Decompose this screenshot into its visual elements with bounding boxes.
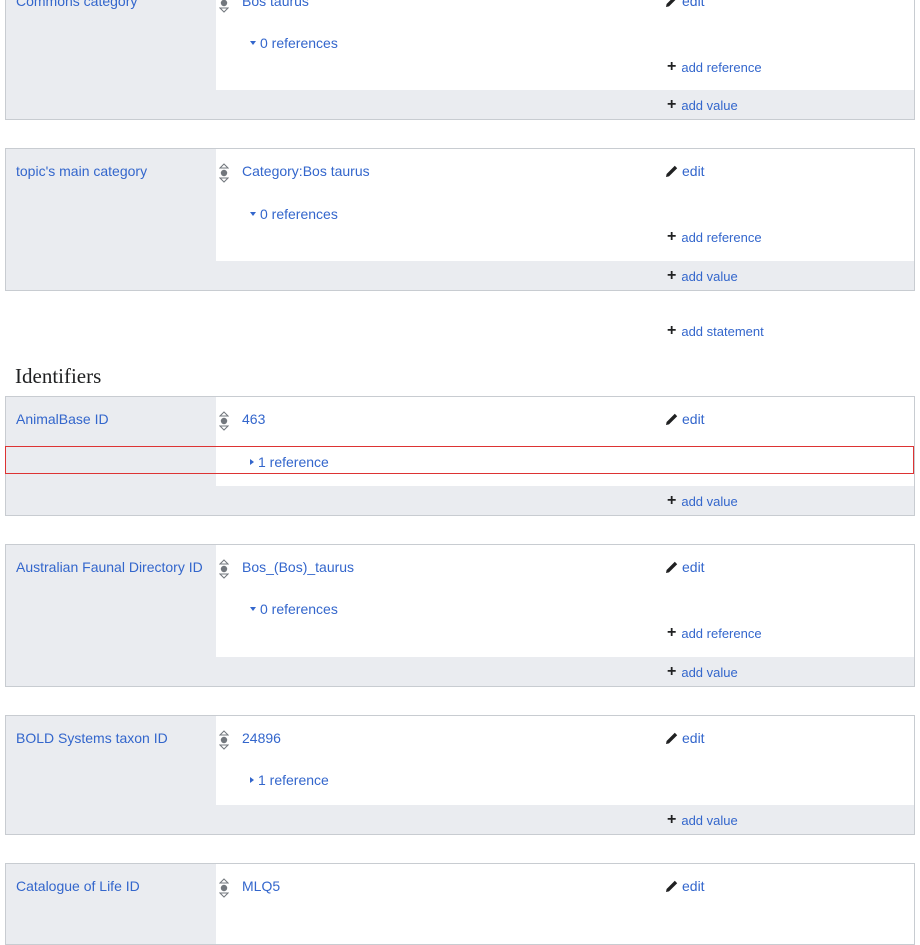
rank-normal-icon[interactable]: [219, 878, 229, 898]
statement-value-area: 463 edit 1 reference: [216, 397, 914, 486]
statement-value-area: Bos taurus edit 0 references + add refer…: [216, 0, 914, 90]
property-label[interactable]: Catalogue of Life ID: [16, 878, 140, 894]
plus-icon: +: [667, 811, 677, 828]
statement-value[interactable]: Bos_(Bos)_taurus: [242, 559, 354, 575]
pencil-icon: [666, 732, 678, 744]
references-count: 1 reference: [258, 772, 329, 788]
rank-normal-icon[interactable]: [219, 411, 229, 431]
edit-label: edit: [682, 163, 705, 179]
pencil-icon: [666, 0, 676, 7]
plus-icon: +: [667, 492, 677, 509]
statement-value[interactable]: 24896: [242, 730, 281, 746]
statement-value[interactable]: Bos taurus: [242, 0, 309, 9]
add-reference-button[interactable]: + add reference: [667, 625, 762, 641]
edit-button[interactable]: edit: [665, 559, 705, 575]
add-value-bar: + add value: [216, 486, 914, 515]
statement-value-area: MLQ5 edit: [216, 864, 914, 944]
add-value-label: add value: [681, 268, 738, 284]
statement-group-commons-category: Commons category Bos taurus edit 0 refer…: [5, 0, 915, 120]
references-toggle[interactable]: 0 references: [250, 601, 338, 617]
edit-button[interactable]: edit: [665, 163, 705, 179]
collapse-triangle-icon: [250, 212, 256, 216]
plus-icon: +: [667, 267, 677, 284]
statement-value[interactable]: 463: [242, 411, 265, 427]
add-value-button[interactable]: + add value: [667, 97, 738, 113]
add-value-label: add value: [681, 97, 738, 113]
references-count: 1 reference: [258, 454, 329, 470]
add-reference-label: add reference: [681, 229, 762, 245]
statement-group-australian-faunal-directory-id: Australian Faunal Directory ID Bos_(Bos)…: [5, 544, 915, 687]
expand-triangle-icon: [250, 459, 254, 465]
property-label[interactable]: Commons category: [16, 0, 137, 9]
add-value-bar: + add value: [216, 805, 914, 834]
property-label[interactable]: BOLD Systems taxon ID: [16, 730, 168, 746]
property-label[interactable]: AnimalBase ID: [16, 411, 109, 427]
references-toggle[interactable]: 0 references: [250, 35, 338, 51]
statement-value-area: 24896 edit 1 reference: [216, 716, 914, 805]
plus-icon: +: [667, 322, 677, 339]
add-value-button[interactable]: + add value: [667, 268, 738, 284]
add-value-button[interactable]: + add value: [667, 664, 738, 680]
add-statement-button[interactable]: + add statement: [667, 323, 764, 339]
add-statement-label: add statement: [681, 323, 764, 339]
edit-button[interactable]: edit: [665, 878, 705, 894]
edit-label: edit: [682, 878, 705, 894]
plus-icon: +: [667, 624, 677, 641]
edit-label: edit: [682, 730, 705, 746]
edit-label: edit: [682, 559, 705, 575]
references-count: 0 references: [260, 35, 338, 51]
collapse-triangle-icon: [250, 41, 256, 45]
statement-value-area: Category:Bos taurus edit 0 references + …: [216, 149, 914, 261]
rank-normal-icon[interactable]: [219, 730, 229, 750]
statement-value[interactable]: Category:Bos taurus: [242, 163, 370, 179]
add-reference-label: add reference: [681, 625, 762, 641]
add-value-button[interactable]: + add value: [667, 812, 738, 828]
references-count: 0 references: [260, 206, 338, 222]
plus-icon: +: [667, 663, 677, 680]
rank-normal-icon[interactable]: [219, 163, 229, 183]
rank-normal-icon[interactable]: [219, 0, 229, 13]
plus-icon: +: [667, 96, 677, 113]
add-value-bar: + add value: [216, 657, 914, 686]
collapse-triangle-icon: [250, 607, 256, 611]
add-reference-button[interactable]: + add reference: [667, 229, 762, 245]
add-value-bar: + add value: [216, 261, 914, 290]
rank-normal-icon[interactable]: [219, 559, 229, 579]
edit-button[interactable]: edit: [665, 730, 705, 746]
edit-button[interactable]: edit: [665, 0, 705, 9]
plus-icon: +: [667, 228, 677, 245]
plus-icon: +: [667, 58, 677, 75]
statement-group-animalbase-id: AnimalBase ID 463 edit 1 reference + add…: [5, 396, 915, 516]
pencil-icon: [666, 561, 678, 573]
add-value-label: add value: [681, 493, 738, 509]
add-value-button[interactable]: + add value: [667, 493, 738, 509]
pencil-icon: [666, 880, 678, 892]
property-label[interactable]: topic's main category: [16, 163, 147, 179]
add-value-label: add value: [681, 664, 738, 680]
edit-label: edit: [682, 411, 705, 427]
references-count: 0 references: [260, 601, 338, 617]
edit-label: edit: [682, 0, 705, 9]
expand-triangle-icon: [250, 777, 254, 783]
add-value-bar: + add value: [216, 90, 914, 119]
edit-button[interactable]: edit: [665, 411, 705, 427]
references-toggle[interactable]: 0 references: [250, 206, 338, 222]
add-reference-label: add reference: [681, 59, 762, 75]
statement-group-topics-main-category: topic's main category Category:Bos tauru…: [5, 148, 915, 291]
references-toggle[interactable]: 1 reference: [250, 454, 329, 470]
statement-group-bold-systems-taxon-id: BOLD Systems taxon ID 24896 edit 1 refer…: [5, 715, 915, 835]
statement-group-catalogue-of-life-id: Catalogue of Life ID MLQ5 edit: [5, 863, 915, 945]
section-heading-identifiers: Identifiers: [15, 364, 102, 388]
statement-value[interactable]: MLQ5: [242, 878, 280, 894]
pencil-icon: [666, 413, 678, 425]
add-reference-button[interactable]: + add reference: [667, 59, 762, 75]
property-label[interactable]: Australian Faunal Directory ID: [16, 559, 203, 575]
add-value-label: add value: [681, 812, 738, 828]
pencil-icon: [666, 165, 678, 177]
references-toggle[interactable]: 1 reference: [250, 772, 329, 788]
statement-value-area: Bos_(Bos)_taurus edit 0 references + add…: [216, 545, 914, 657]
